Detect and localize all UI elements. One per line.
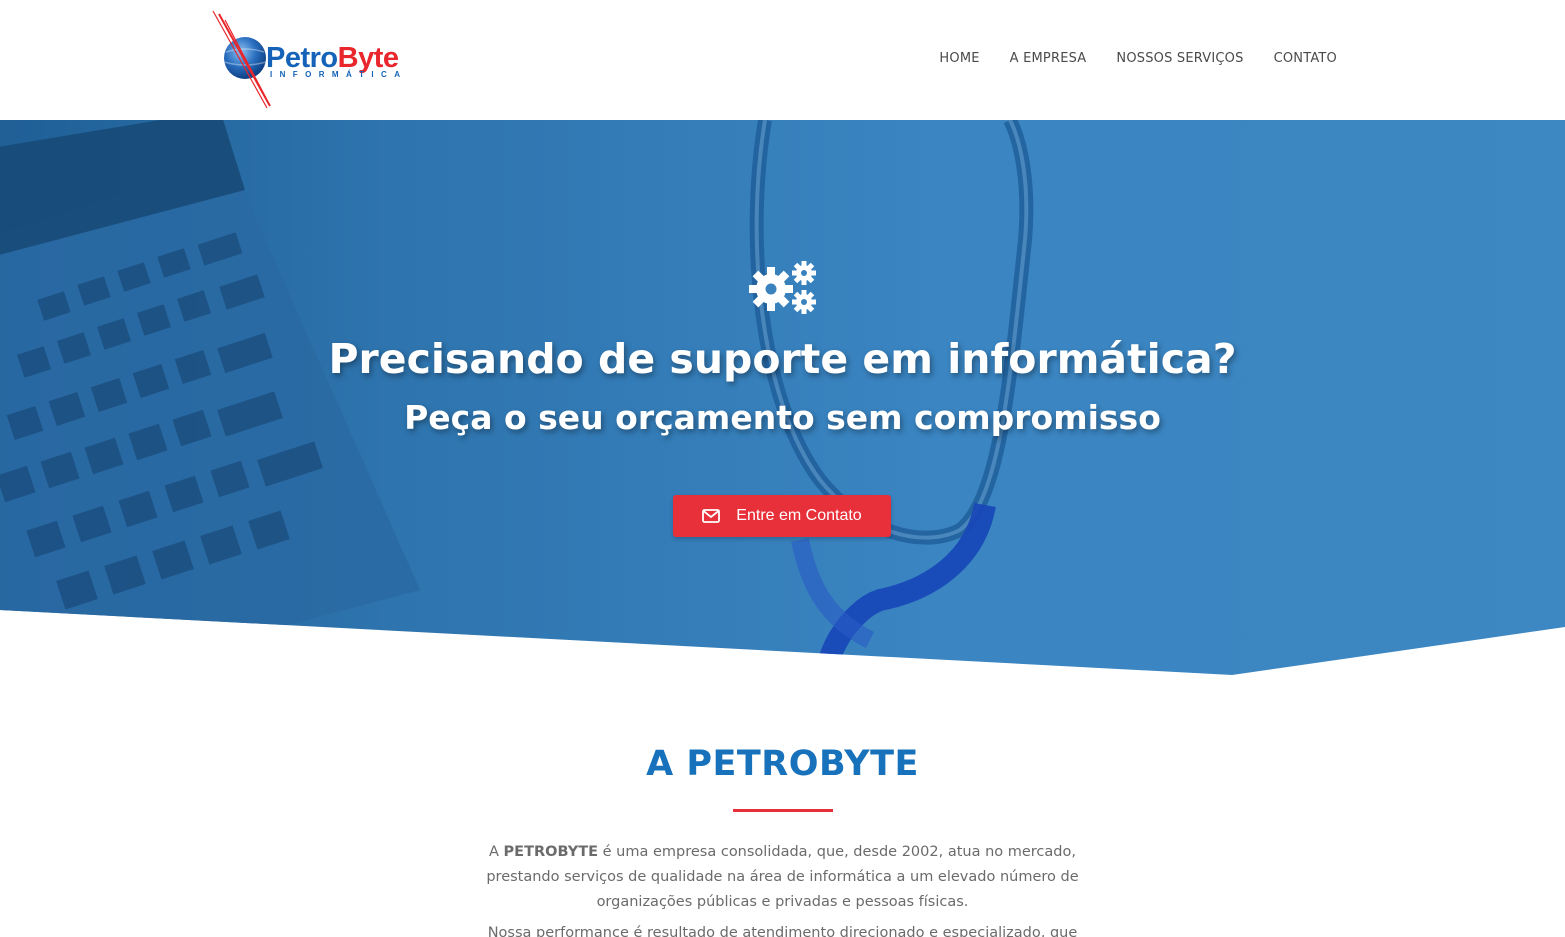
logo-tagline: INFORMÁTICA xyxy=(270,70,408,79)
site-header: PetroByte INFORMÁTICA HOME A EMPRESA NOS… xyxy=(0,0,1565,120)
hero-title: Precisando de suporte em informática? xyxy=(328,335,1237,383)
logo-wordmark: PetroByte xyxy=(266,44,399,73)
about-p1-brand: PETROBYTE xyxy=(503,844,599,860)
hero-content: Precisando de suporte em informática? Pe… xyxy=(0,120,1565,675)
nav-item-contato[interactable]: CONTATO xyxy=(1274,51,1337,66)
about-paragraph-2: Nossa performance é resultado de atendim… xyxy=(487,925,1078,937)
about-section-title: A PETROBYTE xyxy=(646,744,919,784)
nav-item-nossos-servicos[interactable]: NOSSOS SERVIÇOS xyxy=(1116,51,1243,66)
gears-icon xyxy=(749,261,816,314)
contact-cta-button[interactable]: Entre em Contato xyxy=(673,495,891,537)
title-divider xyxy=(733,809,833,812)
envelope-icon xyxy=(702,509,721,523)
nav-item-a-empresa[interactable]: A EMPRESA xyxy=(1010,51,1087,66)
about-p1-prefix: A xyxy=(489,844,504,860)
main-nav: HOME A EMPRESA NOSSOS SERVIÇOS CONTATO xyxy=(939,51,1337,66)
petrobyte-logo[interactable]: PetroByte INFORMÁTICA xyxy=(210,8,425,113)
contact-cta-label: Entre em Contato xyxy=(736,507,862,524)
hero-section: Precisando de suporte em informática? Pe… xyxy=(0,120,1565,675)
hero-subtitle: Peça o seu orçamento sem compromisso xyxy=(404,398,1161,437)
nav-item-home[interactable]: HOME xyxy=(939,51,979,66)
about-paragraph-1: A PETROBYTE é uma empresa consolidada, q… xyxy=(460,840,1105,915)
